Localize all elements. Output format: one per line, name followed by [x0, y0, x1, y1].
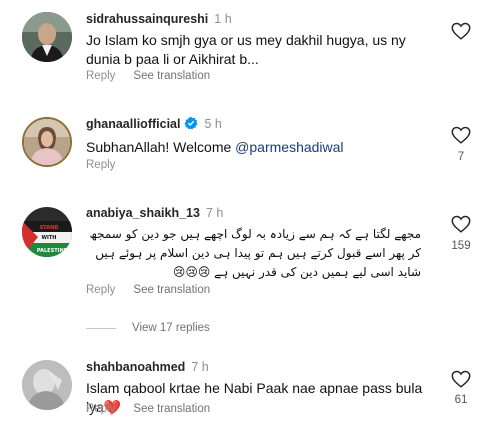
heart-icon[interactable]	[450, 20, 472, 42]
comment-username[interactable]: sidrahussainqureshi 1 h	[86, 12, 232, 26]
comment-username[interactable]: anabiya_shaikh_13 7 h	[86, 206, 223, 220]
comment-username[interactable]: shahbanoahmed 7 h	[86, 360, 209, 374]
comment-3: STAND WITH PALESTINE anabiya_shaikh_13 7 …	[0, 195, 500, 320]
heart-icon[interactable]	[450, 368, 472, 390]
view-replies-button[interactable]: View 17 replies	[86, 322, 210, 334]
comment-actions: Reply See translation	[86, 70, 228, 82]
see-translation-button[interactable]: See translation	[133, 284, 210, 296]
comment-actions: Reply See translation	[86, 403, 228, 415]
reply-button[interactable]: Reply	[86, 284, 115, 296]
comment-actions: Reply	[86, 159, 133, 171]
avatar[interactable]: STAND WITH PALESTINE	[22, 207, 72, 257]
like-count: 61	[454, 394, 468, 406]
comment-4: shahbanoahmed 7 h Islam qabool krtae he N…	[0, 348, 500, 440]
comment-time: 1 h	[214, 12, 232, 26]
svg-text:PALESTINE: PALESTINE	[37, 248, 68, 254]
svg-text:WITH: WITH	[42, 235, 57, 241]
see-translation-button[interactable]: See translation	[133, 403, 210, 415]
comment-username[interactable]: ghanaalliofficial 5 h	[86, 116, 222, 131]
comment-text: SubhanAllah! Welcome @parmeshadiwal	[86, 139, 344, 155]
verified-badge-icon	[184, 116, 198, 130]
comment-text: مجھے لگتا ہے کہ ہم سے زیادہ بہ لوگ اچھے …	[89, 227, 421, 279]
avatar[interactable]	[22, 12, 72, 62]
reply-button[interactable]: Reply	[86, 403, 115, 415]
comment-2: ghanaalliofficial 5 h SubhanAllah! Welcom…	[0, 105, 500, 185]
heart-icon[interactable]	[450, 213, 472, 235]
heart-icon[interactable]	[450, 124, 472, 146]
avatar[interactable]	[22, 360, 72, 410]
comment-time: 7 h	[191, 360, 209, 374]
like-count: 7	[457, 151, 465, 163]
comment-actions: Reply See translation	[86, 284, 228, 296]
replies-divider	[86, 327, 116, 329]
see-translation-button[interactable]: See translation	[133, 70, 210, 82]
avatar[interactable]	[22, 117, 72, 167]
mention-link[interactable]: @parmeshadiwal	[235, 139, 343, 155]
comment-time: 5 h	[204, 117, 222, 131]
reply-button[interactable]: Reply	[86, 159, 115, 171]
comment-text: Jo Islam ko smjh gya or us mey dakhil hu…	[86, 32, 406, 67]
like-count: 159	[451, 240, 471, 252]
comment-time: 7 h	[205, 206, 224, 220]
comment-1: sidrahussainqureshi 1 h Jo Islam ko smjh …	[0, 0, 500, 90]
reply-button[interactable]: Reply	[86, 70, 115, 82]
svg-text:STAND: STAND	[40, 225, 59, 231]
